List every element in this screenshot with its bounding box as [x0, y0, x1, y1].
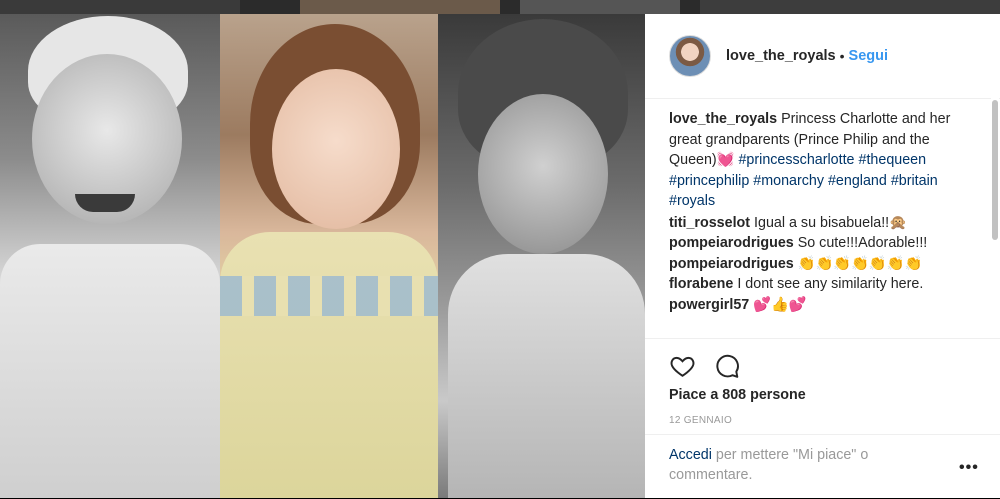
post-photo[interactable]	[0, 14, 645, 498]
comment-username[interactable]: florabene	[669, 276, 733, 292]
hashtag-link[interactable]: #england	[828, 173, 887, 189]
comments-list[interactable]: love_the_royals Princess Charlotte and h…	[669, 109, 981, 331]
login-prompt: Accedi per mettere "Mi piace" o commenta…	[645, 434, 1000, 499]
comment-username[interactable]: pompeiarodrigues	[669, 235, 794, 251]
photo-panel-princess-charlotte	[220, 14, 438, 498]
comment-text: Igual a su bisabuela!!🙊	[754, 214, 907, 231]
list-item: pompeiarodrigues So cute!!!Adorable!!!	[669, 233, 981, 254]
likes-count[interactable]: Piace a 808 persone	[669, 387, 806, 403]
photo-panel-prince-philip	[0, 14, 220, 498]
list-item: titi_rosselot Igual a su bisabuela!!🙊	[669, 213, 981, 234]
caption-username[interactable]: love_the_royals	[669, 111, 777, 127]
post-date: 12 GENNAIO	[669, 415, 733, 426]
list-item: florabene I dont see any similarity here…	[669, 274, 981, 295]
comment-username[interactable]: pompeiarodrigues	[669, 256, 794, 272]
follow-button[interactable]: Segui	[849, 48, 888, 64]
more-options-icon[interactable]: •••	[959, 459, 979, 477]
post-username[interactable]: love_the_royals	[726, 48, 836, 64]
hashtag-link[interactable]: #princephilip	[669, 173, 749, 189]
post-actions: Piace a 808 persone 12 GENNAIO	[645, 338, 1000, 426]
photo-panel-queen	[438, 14, 645, 498]
speech-bubble-icon[interactable]	[714, 353, 740, 383]
hashtag-link[interactable]: #britain	[891, 173, 938, 189]
scrollbar[interactable]	[991, 98, 999, 324]
hashtag-link[interactable]: #princesscharlotte	[738, 152, 854, 168]
comment-text: So cute!!!Adorable!!!	[797, 235, 928, 251]
scrollbar-thumb[interactable]	[992, 100, 998, 240]
comment-username[interactable]: titi_rosselot	[669, 215, 750, 231]
hashtag-link[interactable]: #royals	[669, 193, 715, 209]
avatar[interactable]	[669, 35, 711, 77]
list-item: pompeiarodrigues 👏👏👏👏👏👏👏	[669, 254, 981, 275]
comment-text: 💕👍💕	[753, 296, 807, 313]
list-item: powergirl57 💕👍💕	[669, 295, 981, 316]
post-sidebar: love_the_royals • Segui love_the_royals …	[645, 14, 1000, 498]
caption: love_the_royals Princess Charlotte and h…	[669, 109, 981, 212]
comment-text: I dont see any similarity here.	[737, 276, 924, 292]
comment-text: 👏👏👏👏👏👏👏	[797, 255, 923, 272]
hashtag-link[interactable]: #thequeen	[859, 152, 927, 168]
heart-outline-icon[interactable]	[669, 353, 696, 383]
post-header: love_the_royals • Segui	[645, 14, 1000, 99]
hashtag-link[interactable]: #monarchy	[753, 173, 824, 189]
login-link[interactable]: Accedi	[669, 447, 712, 463]
separator-dot: •	[839, 48, 845, 64]
comment-username[interactable]: powergirl57	[669, 297, 749, 313]
